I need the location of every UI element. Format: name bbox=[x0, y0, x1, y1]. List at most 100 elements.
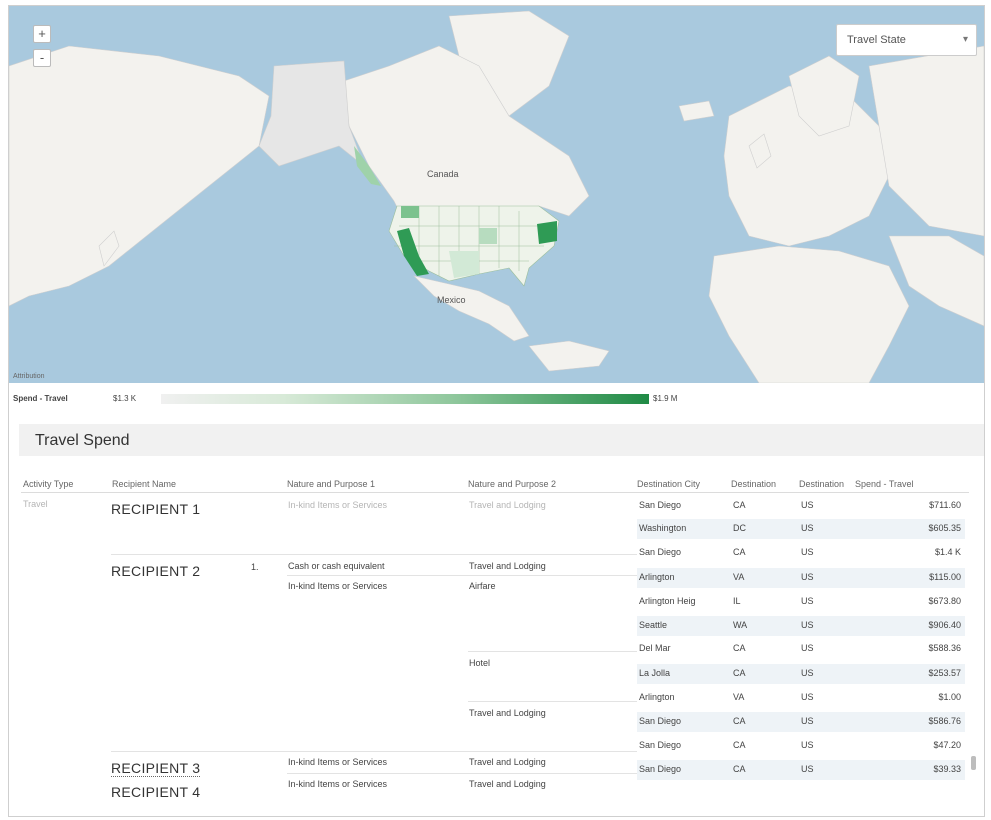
section-header: Travel Spend bbox=[19, 424, 984, 456]
group-divider bbox=[111, 554, 637, 555]
destination-state-cell: DC bbox=[733, 523, 746, 533]
header-divider bbox=[21, 492, 969, 493]
group-divider bbox=[468, 651, 637, 652]
spend-travel-cell: $115.00 bbox=[929, 572, 961, 582]
destination-state-cell: CA bbox=[733, 500, 746, 510]
expand-marker[interactable]: 1. bbox=[251, 562, 259, 572]
layer-select-dropdown[interactable]: Travel State ▾ bbox=[836, 24, 977, 56]
destination-state-cell: CA bbox=[733, 643, 746, 653]
recipient-3[interactable]: RECIPIENT 3 bbox=[111, 760, 201, 777]
destination-country-cell: US bbox=[801, 668, 814, 678]
destination-country-cell: US bbox=[801, 716, 814, 726]
destination-country-cell: US bbox=[801, 547, 814, 557]
map-attribution[interactable]: Attribution bbox=[13, 373, 45, 380]
column-header-activity-type[interactable]: Activity Type bbox=[23, 479, 103, 489]
purpose2-r2d: Travel and Lodging bbox=[469, 708, 546, 718]
column-header-spend-travel[interactable]: Spend - Travel bbox=[855, 479, 955, 489]
map-legend: Spend - Travel $1.3 K $1.9 M bbox=[9, 386, 984, 412]
purpose1-r2a: Cash or cash equivalent bbox=[288, 561, 385, 571]
map-label-mexico: Mexico bbox=[437, 295, 466, 305]
destination-city-cell: Del Mar bbox=[639, 643, 671, 653]
column-header-purpose-2[interactable]: Nature and Purpose 2 bbox=[468, 479, 628, 489]
destination-country-cell: US bbox=[801, 740, 814, 750]
destination-state-cell: CA bbox=[733, 547, 746, 557]
legend-min: $1.3 K bbox=[113, 394, 137, 403]
table-scrollbar[interactable] bbox=[971, 756, 976, 770]
column-header-destination-country[interactable]: Destination bbox=[799, 479, 851, 489]
destination-country-cell: US bbox=[801, 643, 814, 653]
column-header-destination-state[interactable]: Destination bbox=[731, 479, 795, 489]
purpose1-r3: In-kind Items or Services bbox=[288, 757, 388, 767]
spend-travel-cell: $588.36 bbox=[928, 643, 961, 653]
column-header-purpose-1[interactable]: Nature and Purpose 1 bbox=[287, 479, 457, 489]
purpose1-r2b: In-kind Items or Services bbox=[288, 581, 388, 591]
zoom-in-button[interactable]: + bbox=[33, 25, 51, 43]
legend-gradient-bar bbox=[161, 394, 649, 404]
recipient-1[interactable]: RECIPIENT 1 bbox=[111, 501, 200, 517]
spend-travel-cell: $1.00 bbox=[938, 692, 961, 702]
destination-city-cell: La Jolla bbox=[639, 668, 671, 678]
destination-city-cell: San Diego bbox=[639, 547, 682, 557]
spend-travel-cell: $39.33 bbox=[933, 764, 961, 774]
destination-city-cell: Seattle bbox=[639, 620, 668, 630]
group-divider bbox=[468, 701, 637, 702]
destination-city-cell: San Diego bbox=[639, 764, 682, 774]
recipient-2[interactable]: RECIPIENT 2 bbox=[111, 563, 200, 579]
destination-country-cell: US bbox=[801, 596, 814, 606]
destination-country-cell: US bbox=[801, 572, 814, 582]
chevron-down-icon: ▾ bbox=[962, 34, 968, 45]
destination-country-cell: US bbox=[801, 692, 814, 702]
column-header-recipient-name[interactable]: Recipient Name bbox=[112, 479, 272, 489]
destination-city-cell: San Diego bbox=[639, 716, 682, 726]
recipient-4[interactable]: RECIPIENT 4 bbox=[111, 784, 200, 800]
destination-city-cell: Arlington bbox=[639, 692, 675, 702]
activity-type-cell: Travel bbox=[23, 499, 48, 509]
destination-city-cell: Arlington Heig bbox=[639, 596, 696, 606]
destination-country-cell: US bbox=[801, 620, 814, 630]
destination-state-cell: CA bbox=[733, 740, 746, 750]
destination-state-cell: VA bbox=[733, 692, 745, 702]
destination-city-cell: Washington bbox=[639, 523, 687, 533]
spend-travel-cell: $253.57 bbox=[928, 668, 961, 678]
destination-state-cell: CA bbox=[733, 716, 746, 726]
dashboard-frame: + - Travel State ▾ Canada Mexico Attribu… bbox=[8, 5, 985, 817]
destination-country-cell: US bbox=[801, 764, 814, 774]
destination-state-cell: WA bbox=[733, 620, 748, 630]
destination-country-cell: US bbox=[801, 500, 814, 510]
destination-state-cell: CA bbox=[733, 668, 746, 678]
legend-max: $1.9 M bbox=[653, 394, 678, 403]
destination-city-cell: Arlington bbox=[639, 572, 675, 582]
destination-state-cell: IL bbox=[733, 596, 741, 606]
destination-state-cell: VA bbox=[733, 572, 745, 582]
destination-city-cell: San Diego bbox=[639, 740, 682, 750]
destination-country-cell: US bbox=[801, 523, 814, 533]
group-divider bbox=[287, 575, 637, 576]
zoom-out-button[interactable]: - bbox=[33, 49, 51, 67]
legend-title: Spend - Travel bbox=[13, 394, 68, 403]
spend-travel-cell: $1.4 K bbox=[934, 547, 961, 557]
map-canvas bbox=[9, 10, 984, 383]
map-label-canada: Canada bbox=[427, 169, 459, 179]
destination-state-cell: CA bbox=[733, 764, 746, 774]
purpose2-r2b: Airfare bbox=[469, 581, 496, 591]
purpose2-r4: Travel and Lodging bbox=[469, 779, 546, 789]
destination-city-cell: San Diego bbox=[639, 500, 682, 510]
purpose1-r1: In-kind Items or Services bbox=[288, 500, 388, 510]
spend-travel-cell: $711.60 bbox=[929, 500, 961, 510]
spend-travel-cell: $605.35 bbox=[928, 523, 961, 533]
spend-travel-cell: $906.40 bbox=[928, 620, 961, 630]
purpose2-r1: Travel and Lodging bbox=[469, 500, 546, 510]
column-header-destination-city[interactable]: Destination City bbox=[637, 479, 730, 489]
purpose1-r4: In-kind Items or Services bbox=[288, 779, 388, 789]
purpose2-r2a: Travel and Lodging bbox=[469, 561, 546, 571]
spend-travel-cell: $47.20 bbox=[933, 740, 961, 750]
purpose2-r2c: Hotel bbox=[469, 658, 491, 668]
spend-travel-cell: $673.80 bbox=[928, 596, 961, 606]
group-divider bbox=[111, 751, 637, 752]
group-divider bbox=[287, 773, 637, 774]
spend-travel-cell: $586.76 bbox=[928, 716, 961, 726]
choropleth-map[interactable]: + - Travel State ▾ Canada Mexico Attribu… bbox=[9, 6, 984, 383]
purpose2-r3: Travel and Lodging bbox=[469, 757, 546, 767]
section-title: Travel Spend bbox=[35, 432, 130, 449]
layer-select-value: Travel State bbox=[847, 34, 906, 46]
